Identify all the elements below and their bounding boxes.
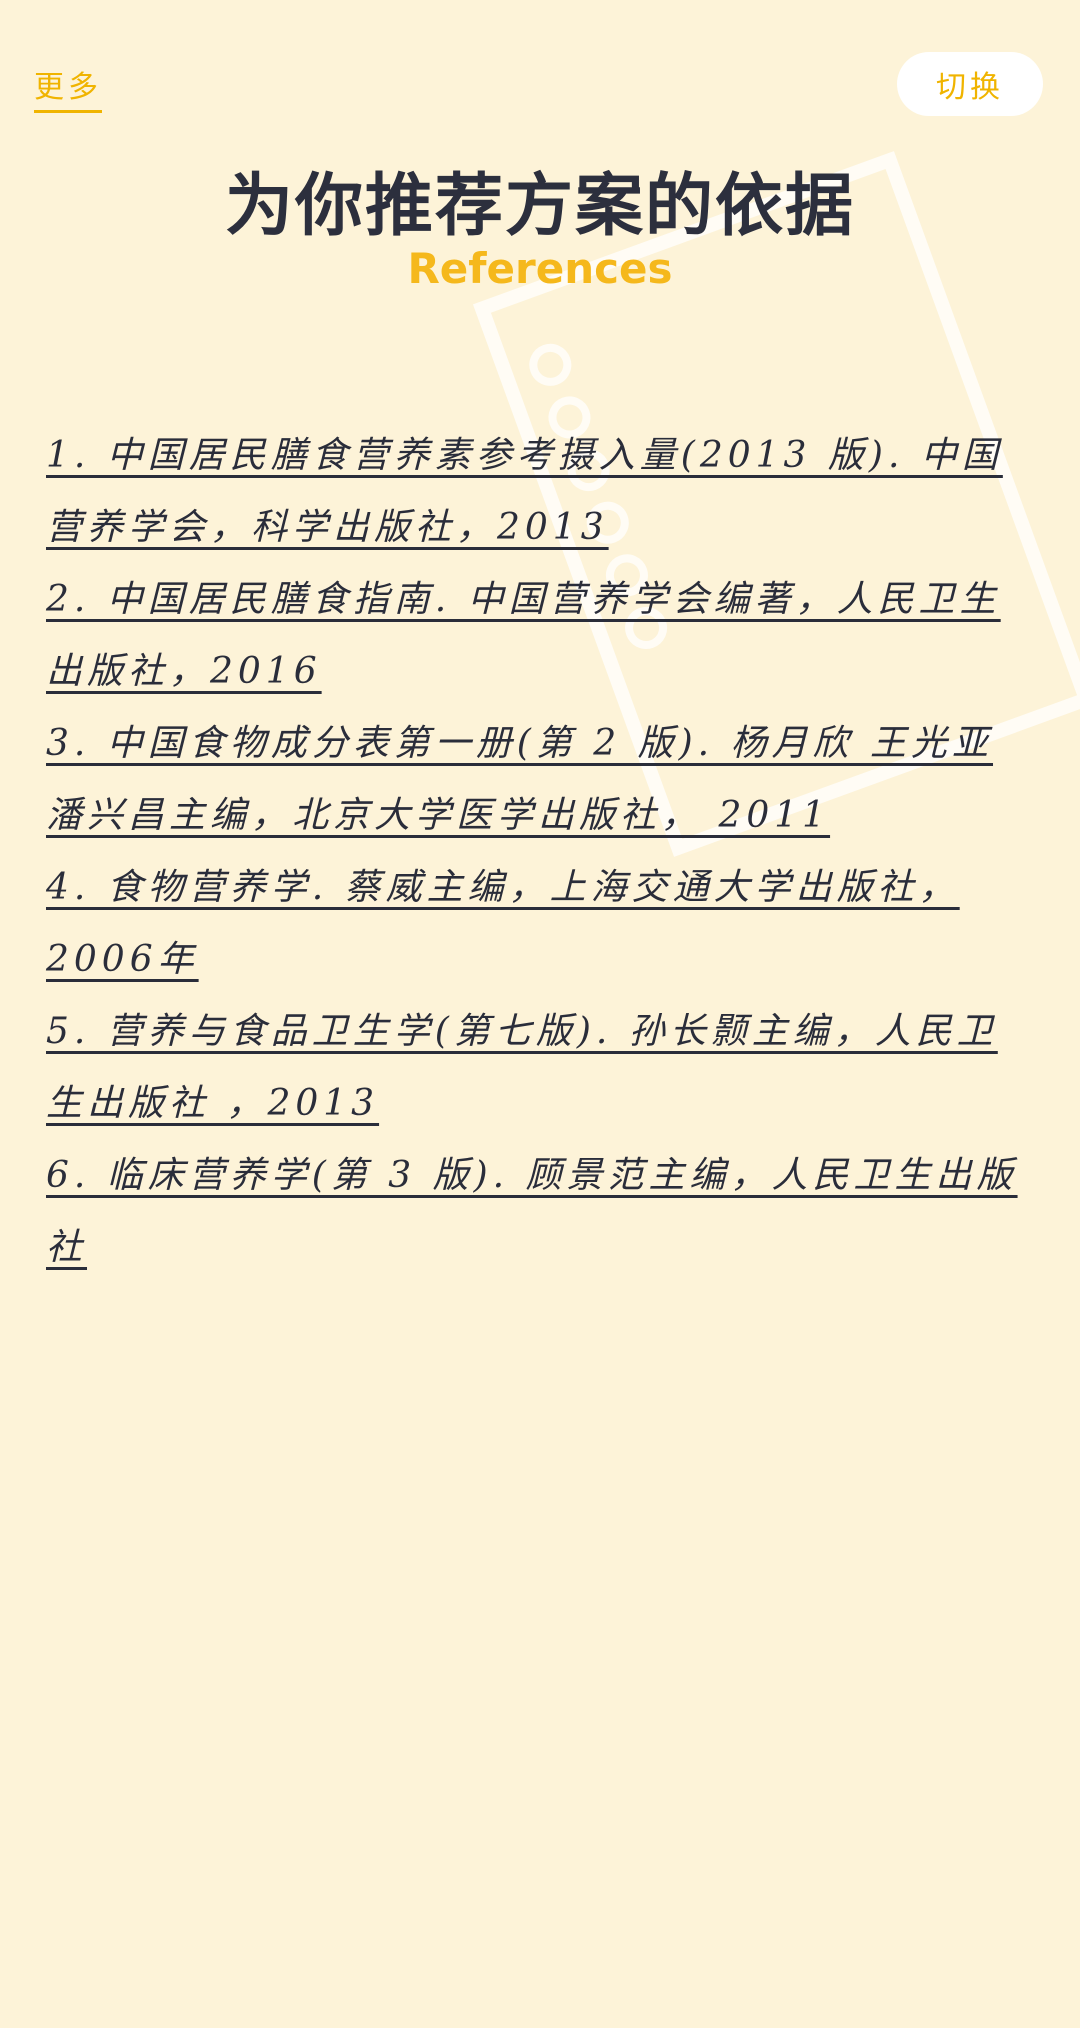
reference-item: 4. 食物营养学. 蔡威主编，上海交通大学出版社，2006年 <box>46 852 1026 996</box>
reference-text: 6. 临床营养学(第 3 版). 顾景范主编，人民卫生出版社 <box>46 1155 1018 1268</box>
reference-item: 3. 中国食物成分表第一册(第 2 版). 杨月欣 王光亚 潘兴昌主编，北京大学… <box>46 708 1026 852</box>
reference-text: 1. 中国居民膳食营养素参考摄入量(2013 版). 中国营养学会，科学出版社，… <box>46 435 1003 548</box>
more-link[interactable]: 更多 <box>34 62 102 113</box>
reference-text: 2. 中国居民膳食指南. 中国营养学会编著，人民卫生出版社，2016 <box>46 579 1001 692</box>
reference-text: 5. 营养与食品卫生学(第七版). 孙长颢主编，人民卫生出版社 ，2013 <box>46 1011 998 1124</box>
page-subtitle: References <box>407 244 673 293</box>
page-title: 为你推荐方案的依据 <box>224 167 855 246</box>
reference-item: 5. 营养与食品卫生学(第七版). 孙长颢主编，人民卫生出版社 ，2013 <box>46 996 1026 1140</box>
reference-item: 2. 中国居民膳食指南. 中国营养学会编著，人民卫生出版社，2016 <box>46 564 1026 708</box>
reference-text: 3. 中国食物成分表第一册(第 2 版). 杨月欣 王光亚 潘兴昌主编，北京大学… <box>46 723 994 836</box>
reference-text: 4. 食物营养学. 蔡威主编，上海交通大学出版社，2006年 <box>46 867 960 980</box>
switch-button[interactable]: 切换 <box>897 52 1043 116</box>
reference-list: 1. 中国居民膳食营养素参考摄入量(2013 版). 中国营养学会，科学出版社，… <box>46 420 1026 1284</box>
reference-item: 6. 临床营养学(第 3 版). 顾景范主编，人民卫生出版社 <box>46 1140 1026 1284</box>
reference-item: 1. 中国居民膳食营养素参考摄入量(2013 版). 中国营养学会，科学出版社，… <box>46 420 1026 564</box>
